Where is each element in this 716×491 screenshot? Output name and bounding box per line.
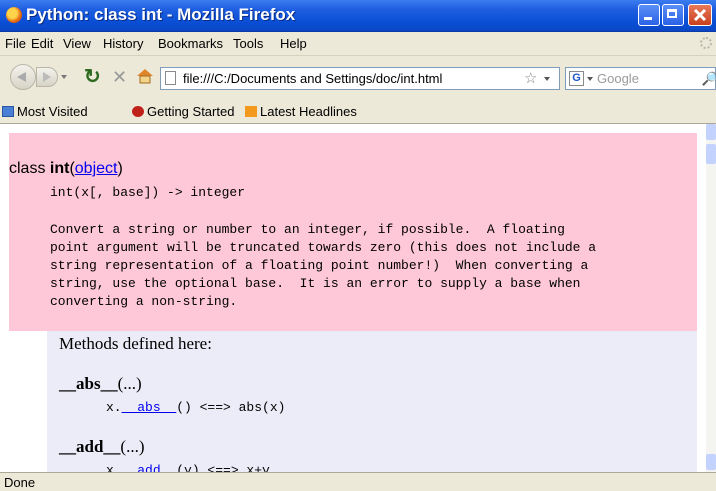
desc-suffix: () <==> abs(x) (176, 400, 286, 415)
method-add-desc: x.__add__(y) <==> x+y (106, 463, 270, 472)
method-add: __add__(...) (59, 437, 145, 457)
docstring-line: string representation of a floating poin… (50, 258, 589, 273)
menu-bar: File Edit View History Bookmarks Tools H… (0, 32, 716, 56)
close-icon (693, 8, 707, 22)
docstring-line: point argument will be truncated towards… (50, 240, 597, 255)
docstring-line: converting a non-string. (50, 294, 238, 309)
page-icon (165, 71, 176, 85)
desc-suffix: (y) <==> x+y (176, 463, 270, 472)
url-dropdown-icon[interactable] (544, 77, 550, 81)
menu-file[interactable]: File (5, 36, 26, 51)
close-button[interactable] (688, 4, 712, 26)
method-args: (...) (120, 437, 145, 456)
throbber-icon (700, 37, 712, 49)
bookmark-getting-started[interactable]: Getting Started (132, 104, 234, 119)
docstring-line: Convert a string or number to an integer… (50, 222, 565, 237)
method-name: __add__ (59, 437, 121, 456)
search-bar[interactable]: G Google 🔎 (565, 67, 716, 90)
menu-history[interactable]: History (103, 36, 143, 51)
forward-button[interactable] (36, 67, 58, 87)
method-abs-desc: x.__abs__() <==> abs(x) (106, 400, 285, 415)
bookmarks-toolbar: Most Visited Getting Started Latest Head… (0, 100, 716, 124)
bookmark-label: Most Visited (17, 104, 88, 119)
method-abs-link[interactable]: __abs__ (122, 400, 177, 415)
class-heading: class int(object) (9, 160, 123, 178)
menu-view[interactable]: View (63, 36, 91, 51)
rss-icon (245, 106, 257, 117)
status-bar: Done (0, 472, 716, 491)
class-keyword: class (9, 160, 50, 177)
home-icon (137, 69, 153, 84)
bookmark-most-visited[interactable]: Most Visited (2, 104, 88, 119)
search-icon[interactable]: 🔎 (702, 71, 716, 87)
desc-prefix: x. (106, 400, 122, 415)
menu-tools[interactable]: Tools (233, 36, 263, 51)
back-button[interactable] (10, 64, 36, 90)
bookmark-star-icon[interactable]: ☆ (524, 69, 537, 87)
paren-close: ) (117, 160, 123, 177)
home-button[interactable] (136, 68, 154, 89)
history-dropdown-icon[interactable] (61, 75, 67, 79)
getting-started-icon (132, 106, 144, 117)
title-bar: Python: class int - Mozilla Firefox (0, 0, 716, 32)
bookmark-label: Latest Headlines (260, 104, 357, 119)
class-signature: int(x[, base]) -> integer (50, 185, 246, 200)
search-engine-dropdown-icon[interactable] (587, 77, 593, 81)
desc-prefix: x. (106, 463, 122, 472)
class-name: int (49, 160, 70, 177)
docstring-line: string, use the optional base. It is an … (50, 276, 581, 291)
method-name: __abs__ (59, 374, 118, 393)
reload-button[interactable]: ↻ (84, 66, 101, 88)
menu-edit[interactable]: Edit (31, 36, 53, 51)
bookmark-latest-headlines[interactable]: Latest Headlines (245, 104, 357, 119)
method-add-link[interactable]: __add__ (122, 463, 177, 472)
google-icon[interactable]: G (569, 71, 584, 86)
method-args: (...) (117, 374, 142, 393)
method-abs: __abs__(...) (59, 374, 142, 394)
scroll-up-button[interactable] (706, 124, 716, 140)
menu-bookmarks[interactable]: Bookmarks (158, 36, 223, 51)
page-content: class int(object) int(x[, base]) -> inte… (0, 124, 706, 472)
scroll-thumb[interactable] (706, 144, 716, 164)
most-visited-icon (2, 106, 14, 117)
base-class-link[interactable]: object (75, 160, 118, 177)
search-placeholder: Google (597, 71, 639, 86)
window-title: Python: class int - Mozilla Firefox (26, 5, 296, 24)
minimize-button[interactable] (638, 4, 660, 26)
stop-button[interactable]: ✕ (112, 66, 127, 88)
firefox-icon (6, 7, 22, 23)
navigation-toolbar: ↻ ✕ file:///C:/Documents and Settings/do… (0, 56, 716, 100)
status-text: Done (4, 475, 36, 490)
methods-title: Methods defined here: (59, 334, 212, 353)
vertical-scrollbar[interactable] (706, 124, 716, 472)
bookmark-label: Getting Started (147, 104, 235, 119)
url-text: file:///C:/Documents and Settings/doc/in… (183, 71, 443, 86)
maximize-button[interactable] (662, 4, 684, 26)
class-docstring: Convert a string or number to an integer… (50, 221, 596, 311)
url-bar[interactable]: file:///C:/Documents and Settings/doc/in… (160, 67, 560, 90)
menu-help[interactable]: Help (280, 36, 307, 51)
scroll-down-button[interactable] (706, 454, 716, 470)
